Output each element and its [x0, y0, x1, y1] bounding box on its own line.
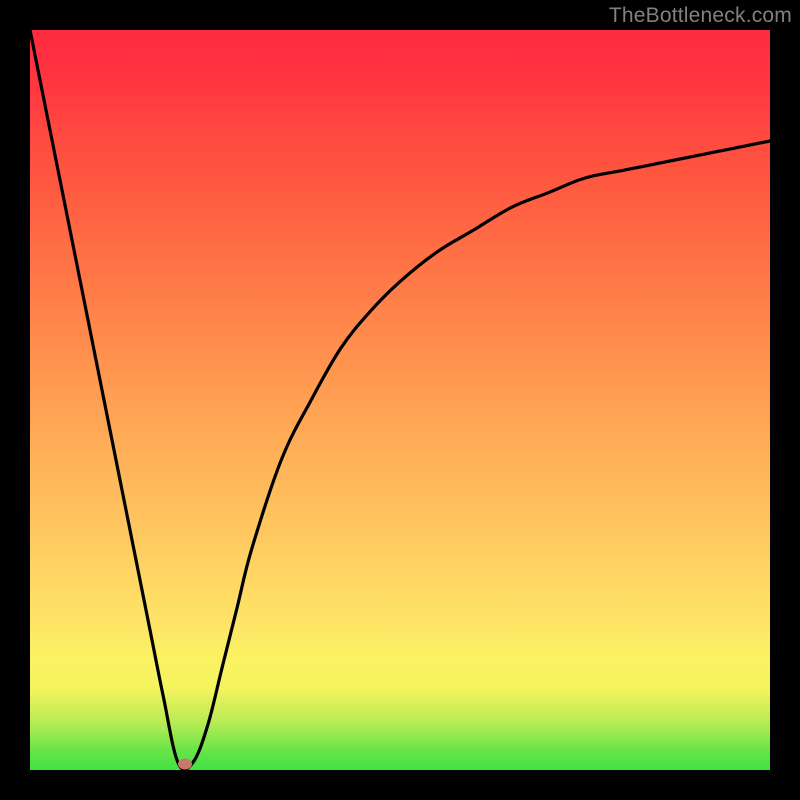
curve-path [30, 30, 770, 770]
bottleneck-curve [30, 30, 770, 770]
chart-frame: TheBottleneck.com [0, 0, 800, 800]
minimum-marker [178, 759, 192, 770]
plot-area [30, 30, 770, 770]
watermark-text: TheBottleneck.com [609, 4, 792, 28]
